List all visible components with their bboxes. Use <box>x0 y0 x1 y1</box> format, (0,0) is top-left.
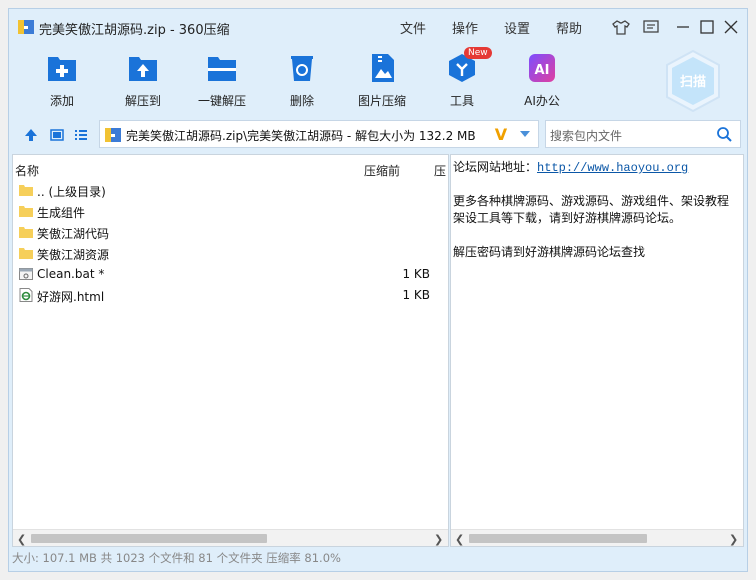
status-bar: 大小: 107.1 MB 共 1023 个文件和 81 个文件夹 压缩率 81.… <box>12 551 341 565</box>
file-name: 生成组件 <box>37 206 86 220</box>
scan-button[interactable]: 扫描 <box>664 49 722 113</box>
folder-icon <box>19 185 33 196</box>
scan-shield-icon: 扫描 <box>666 49 720 113</box>
one-click-extract-label: 一键解压 <box>197 94 246 108</box>
close-icon[interactable] <box>721 17 741 37</box>
column-name[interactable]: 名称 <box>15 162 39 179</box>
image-compress-icon <box>372 54 394 82</box>
folder-icon <box>19 227 33 238</box>
folder-icon <box>19 248 33 259</box>
minimize-icon[interactable] <box>673 17 693 37</box>
add-button[interactable]: 添加 <box>26 49 98 111</box>
file-row[interactable]: 笑傲江湖代码 <box>13 222 448 243</box>
image-compress-button[interactable]: 图片压缩 <box>346 49 418 111</box>
toolbar: 添加 解压到 一键解压 删除 图片压缩 New 工具 AI AI办公 扫描 <box>9 45 747 115</box>
image-compress-label: 图片压缩 <box>357 94 406 108</box>
menu-help[interactable]: 帮助 <box>556 18 582 37</box>
search-input[interactable]: 搜索包内文件 <box>550 127 622 144</box>
add-folder-icon <box>48 57 76 81</box>
archive-path: 完美笑傲江胡源码.zip\完美笑傲江胡源码 - 解包大小为 132.2 MB <box>126 129 476 143</box>
zip-app-icon <box>18 20 34 34</box>
file-size: 1 KB <box>402 267 430 281</box>
scan-label: 扫描 <box>680 74 706 90</box>
ai-icon-text: AI <box>535 63 550 78</box>
one-click-extract-button[interactable]: 一键解压 <box>186 49 258 111</box>
new-badge: New <box>464 47 492 59</box>
tools-button[interactable]: New 工具 <box>426 47 498 111</box>
file-row[interactable]: 笑傲江湖资源 <box>13 243 448 264</box>
batch-file-icon <box>19 268 33 280</box>
up-arrow-icon[interactable] <box>23 127 39 143</box>
scroll-left-icon[interactable]: ❮ <box>17 533 26 546</box>
preview-line-4: 解压密码请到好游棋牌源码论坛查找 <box>453 245 646 259</box>
file-name: Clean.bat * <box>37 267 105 281</box>
column-size-after[interactable]: 压 <box>434 162 446 179</box>
file-row[interactable]: 好游网.html 1 KB <box>13 285 448 306</box>
search-box[interactable]: 搜索包内文件 <box>545 120 741 148</box>
recycle-bin-icon <box>291 56 313 81</box>
feedback-message-icon[interactable] <box>641 17 661 37</box>
html-file-icon <box>19 288 33 302</box>
zip-file-icon <box>105 128 121 142</box>
menu-operate[interactable]: 操作 <box>452 18 478 37</box>
file-name: .. (上级目录) <box>37 185 106 199</box>
file-row[interactable]: .. (上级目录) <box>13 180 448 201</box>
file-row[interactable]: Clean.bat * 1 KB <box>13 264 448 285</box>
scroll-left-icon[interactable]: ❮ <box>455 533 464 546</box>
tshirt-skin-icon[interactable] <box>611 17 631 37</box>
menu-file[interactable]: 文件 <box>400 18 426 37</box>
scroll-right-icon[interactable]: ❯ <box>434 533 443 546</box>
file-row[interactable]: 生成组件 <box>13 201 448 222</box>
thumbnail-view-icon[interactable] <box>49 127 65 143</box>
delete-label: 删除 <box>289 94 314 108</box>
address-bar[interactable]: 完美笑傲江胡源码.zip\完美笑傲江胡源码 - 解包大小为 132.2 MB V <box>99 120 539 148</box>
column-header: 名称 压缩前 压 <box>13 159 448 179</box>
menu-settings[interactable]: 设置 <box>504 18 530 37</box>
column-size-before[interactable]: 压缩前 <box>364 162 400 179</box>
app-window: 完美笑傲江胡源码.zip - 360压缩 文件 操作 设置 帮助 添加 解压到 … <box>8 8 748 572</box>
forum-address-label: 论坛网站地址： <box>453 160 538 174</box>
search-icon[interactable] <box>716 126 732 142</box>
ai-office-icon: AI <box>529 54 555 82</box>
v-logo-text: V <box>495 125 508 143</box>
title-bar: 完美笑傲江胡源码.zip - 360压缩 文件 操作 设置 帮助 <box>9 9 747 45</box>
preview-line-2: 更多各种棋牌源码、游戏源码、游戏组件、架设教程 <box>453 194 730 208</box>
forum-link[interactable]: http://www.haoyou.org <box>537 161 688 175</box>
preview-line-3: 架设工具等下载，请到好游棋牌源码论坛。 <box>453 211 682 225</box>
extract-to-button[interactable]: 解压到 <box>107 49 179 111</box>
maximize-icon[interactable] <box>697 17 717 37</box>
preview-line-1: 论坛网站地址：http://www.haoyou.org <box>453 158 688 175</box>
ai-office-label: AI办公 <box>524 94 560 108</box>
file-name: 笑傲江湖资源 <box>37 248 110 262</box>
file-name: 好游网.html <box>37 290 105 304</box>
scrollbar-thumb[interactable] <box>469 534 647 543</box>
scroll-right-icon[interactable]: ❯ <box>729 533 738 546</box>
scrollbar-thumb[interactable] <box>31 534 267 543</box>
preview-horizontal-scrollbar[interactable]: ❮ ❯ <box>451 529 743 546</box>
tools-label: 工具 <box>449 94 474 108</box>
add-label: 添加 <box>49 94 74 108</box>
one-click-extract-icon <box>208 57 236 81</box>
file-list-pane: 名称 压缩前 压 .. (上级目录) 生成组件 笑傲江湖代码 笑傲江湖资源 Cl… <box>12 154 449 547</box>
preview-pane: 论坛网站地址：http://www.haoyou.org 更多各种棋牌源码、游戏… <box>450 154 744 547</box>
file-size: 1 KB <box>402 288 430 302</box>
list-view-icon[interactable] <box>73 127 89 143</box>
file-list-horizontal-scrollbar[interactable]: ❮ ❯ <box>13 529 448 546</box>
navigation-bar: 完美笑傲江胡源码.zip\完美笑傲江胡源码 - 解包大小为 132.2 MB V… <box>9 117 747 153</box>
ai-office-button[interactable]: AI AI办公 <box>506 49 578 111</box>
window-title: 完美笑傲江胡源码.zip - 360压缩 <box>39 23 230 38</box>
v-logo-icon[interactable]: V <box>492 125 510 143</box>
folder-icon <box>19 206 33 217</box>
extract-to-label: 解压到 <box>124 94 161 108</box>
delete-button[interactable]: 删除 <box>266 49 338 111</box>
chevron-down-icon[interactable] <box>518 127 532 141</box>
extract-folder-icon <box>129 57 157 81</box>
file-name: 笑傲江湖代码 <box>37 227 110 241</box>
